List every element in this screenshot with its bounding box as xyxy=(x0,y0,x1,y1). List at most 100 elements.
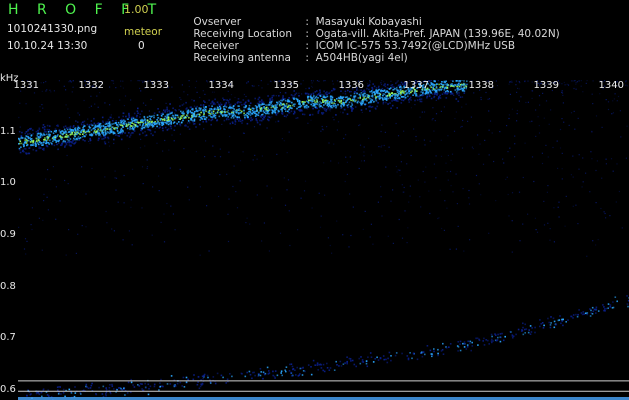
trace-pixel xyxy=(104,123,107,125)
trace-pixel xyxy=(350,94,352,97)
trace-pixel xyxy=(422,92,424,95)
trace-pixel xyxy=(116,127,118,130)
trace-pixel xyxy=(446,92,448,95)
noise-pixel xyxy=(437,217,439,220)
trace-pixel xyxy=(580,312,583,314)
trace-pixel xyxy=(310,103,312,106)
trace-pixel xyxy=(360,356,362,358)
noise-pixel xyxy=(124,95,127,97)
noise-pixel xyxy=(508,114,510,116)
trace-pixel xyxy=(113,388,115,390)
noise-pixel xyxy=(605,217,607,219)
noise-pixel xyxy=(279,232,282,234)
trace-pixel xyxy=(39,134,42,137)
trace-pixel xyxy=(173,129,176,131)
trace-pixel xyxy=(208,104,210,107)
trace-pixel xyxy=(122,131,124,133)
trace-pixel xyxy=(181,112,184,114)
trace-pixel xyxy=(490,333,493,336)
noise-pixel xyxy=(104,176,106,178)
trace-pixel xyxy=(155,123,157,125)
trace-pixel xyxy=(457,350,459,352)
trace-pixel xyxy=(308,99,310,102)
noise-pixel xyxy=(396,81,398,83)
trace-pixel xyxy=(539,319,541,321)
trace-pixel xyxy=(57,142,60,145)
trace-pixel xyxy=(265,104,267,106)
noise-pixel xyxy=(284,204,287,206)
noise-pixel xyxy=(234,96,236,99)
trace-pixel xyxy=(391,86,394,88)
trace-pixel xyxy=(130,391,132,394)
trace-pixel xyxy=(147,393,150,396)
trace-pixel xyxy=(151,126,154,128)
trace-pixel xyxy=(75,137,78,140)
trace-pixel xyxy=(434,80,436,83)
trace-pixel xyxy=(160,378,162,381)
noise-pixel xyxy=(130,206,132,208)
trace-pixel xyxy=(290,110,293,113)
trace-pixel xyxy=(288,370,291,372)
noise-pixel xyxy=(169,167,171,169)
trace-pixel xyxy=(378,97,381,99)
trace-pixel xyxy=(463,80,465,82)
x-tick-label: 1339 xyxy=(533,80,559,91)
noise-pixel xyxy=(363,155,365,157)
noise-pixel xyxy=(612,100,614,102)
trace-pixel xyxy=(162,129,164,132)
noise-pixel xyxy=(433,130,435,132)
trace-pixel xyxy=(191,111,193,114)
trace-pixel xyxy=(44,137,46,139)
noise-pixel xyxy=(246,100,248,102)
trace-pixel xyxy=(105,387,107,389)
trace-pixel xyxy=(271,96,273,99)
trace-pixel xyxy=(314,364,316,366)
trace-pixel xyxy=(243,114,246,117)
trace-pixel xyxy=(138,133,141,136)
noise-pixel xyxy=(170,205,172,207)
trace-pixel xyxy=(60,393,62,395)
trace-pixel xyxy=(198,387,201,390)
trace-pixel xyxy=(377,359,380,361)
trace-pixel xyxy=(483,337,485,340)
noise-pixel xyxy=(511,80,513,82)
trace-pixel xyxy=(529,333,532,335)
trace-pixel xyxy=(124,132,126,134)
noise-pixel xyxy=(509,81,511,83)
trace-pixel xyxy=(386,83,389,86)
trace-pixel xyxy=(332,87,335,90)
trace-pixel xyxy=(133,112,136,115)
trace-pixel xyxy=(303,103,305,106)
trace-pixel xyxy=(495,339,498,342)
trace-pixel xyxy=(450,90,452,93)
trace-pixel xyxy=(43,138,45,141)
noise-pixel xyxy=(96,95,98,97)
trace-pixel xyxy=(337,96,340,99)
noise-pixel xyxy=(428,190,430,192)
trace-pixel xyxy=(306,107,309,110)
noise-pixel xyxy=(590,151,592,153)
trace-pixel xyxy=(45,144,48,147)
trace-pixel xyxy=(239,109,242,112)
trace-pixel xyxy=(287,110,289,113)
trace-pixel xyxy=(30,144,32,147)
trace-pixel xyxy=(80,123,83,126)
trace-pixel xyxy=(346,96,348,98)
trace-pixel xyxy=(433,89,436,92)
trace-pixel xyxy=(335,106,337,109)
noise-pixel xyxy=(321,125,323,128)
noise-pixel xyxy=(214,155,216,158)
trace-pixel xyxy=(302,370,305,372)
noise-pixel xyxy=(571,80,573,82)
noise-pixel xyxy=(24,238,27,240)
noise-pixel xyxy=(462,119,464,122)
trace-pixel xyxy=(100,125,103,127)
noise-pixel xyxy=(122,87,124,89)
noise-pixel xyxy=(247,81,249,83)
trace-pixel xyxy=(125,115,127,118)
trace-pixel xyxy=(202,111,205,113)
trace-pixel xyxy=(353,92,356,95)
trace-pixel xyxy=(134,121,136,123)
noise-pixel xyxy=(199,176,201,178)
trace-pixel xyxy=(281,112,284,114)
